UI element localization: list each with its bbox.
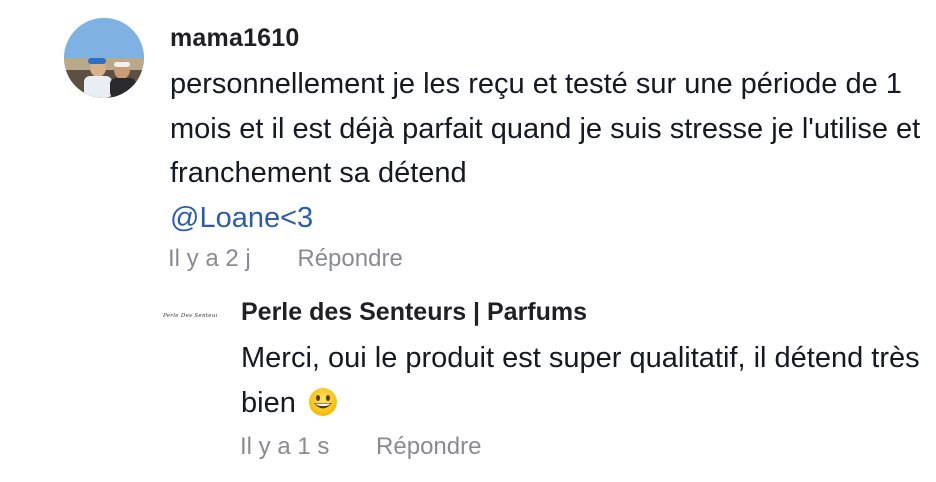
comment-text: personnellement je les reçu et testé sur… (170, 68, 921, 189)
reply-button[interactable]: Répondre (297, 245, 402, 273)
comment-username[interactable]: mama1610 (170, 24, 299, 53)
grinning-face-emoji-icon (308, 386, 338, 416)
reply-timestamp: Il y a 1 s (240, 433, 330, 460)
comment-meta: Il y a 2 j Répondre (168, 245, 403, 273)
reply-text: Merci, oui le produit est super qualitat… (241, 342, 920, 419)
brand-avatar[interactable]: Perle Des Senteurs (163, 313, 217, 323)
mention-link[interactable]: @Loane<3 (170, 196, 930, 241)
user-avatar[interactable] (64, 18, 144, 98)
reply-username[interactable]: Perle des Senteurs | Parfums (241, 298, 587, 327)
comment-timestamp: Il y a 2 j (168, 245, 251, 272)
comment-body: personnellement je les reçu et testé sur… (170, 62, 930, 240)
reply-body: Merci, oui le produit est super qualitat… (241, 336, 931, 425)
reply-reply-button[interactable]: Répondre (376, 433, 481, 461)
reply-meta: Il y a 1 s Répondre (240, 433, 481, 461)
